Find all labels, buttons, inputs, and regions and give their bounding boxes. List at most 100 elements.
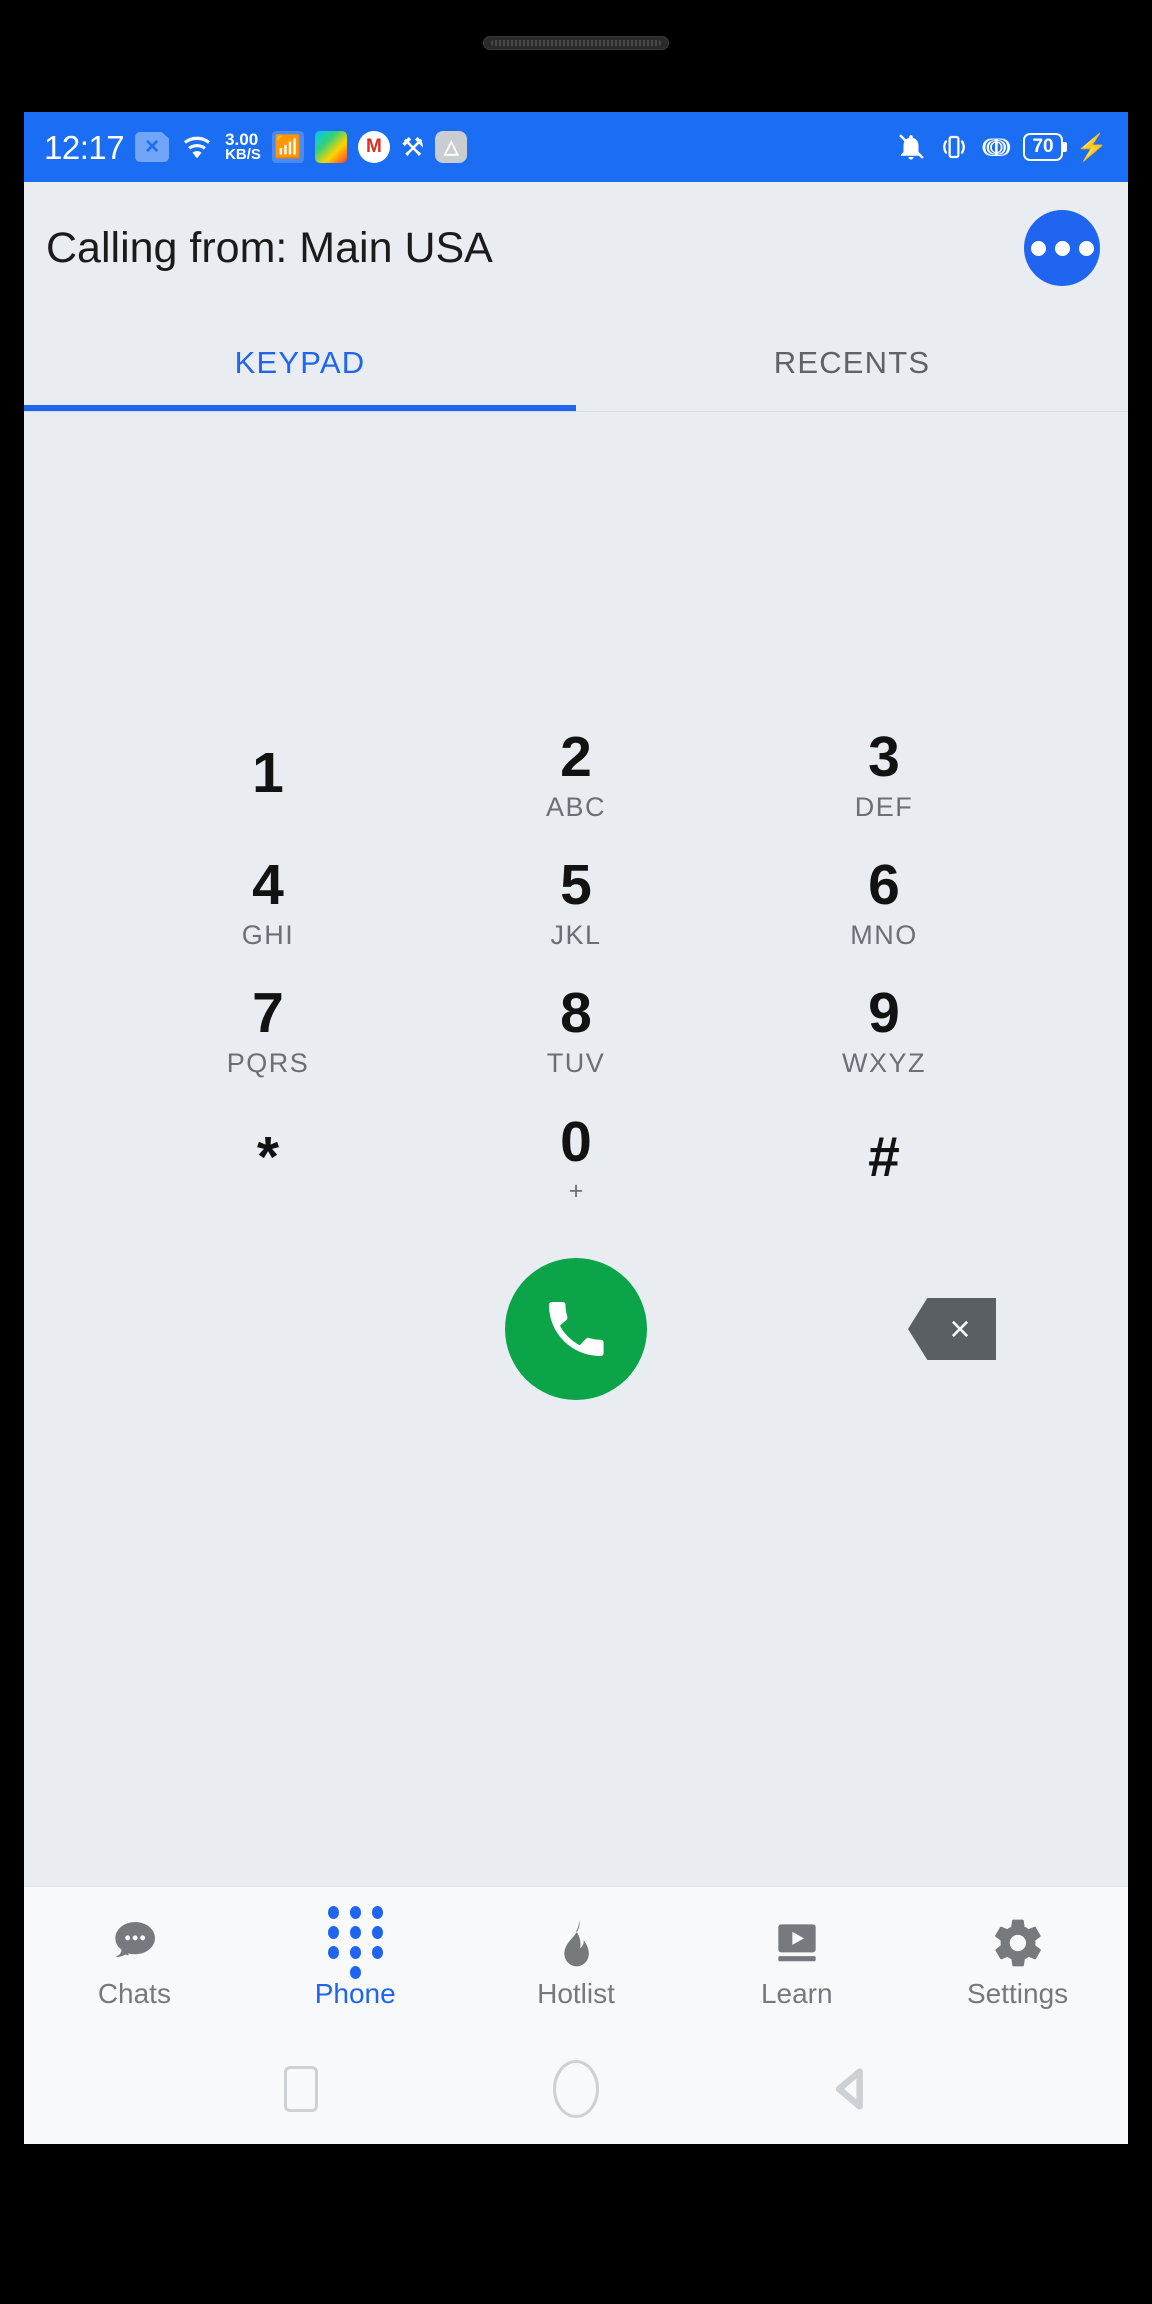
status-bar-right: ↈ 70 ⚡ — [896, 132, 1108, 162]
battery-level: 70 — [1032, 135, 1054, 157]
dialpad-key-plus: + — [568, 1177, 584, 1205]
dialpad-row: 4 GHI 5 JKL 6 MNO — [114, 840, 1038, 968]
circle-icon — [552, 2060, 599, 2118]
phone-device: 12:17 3.00 KB/S 📶 M — [0, 0, 1152, 2304]
dialpad-key-digit: 3 — [868, 725, 900, 789]
dialpad-key-6[interactable]: 6 MNO — [730, 840, 1038, 968]
dialpad-key-0[interactable]: 0 + — [422, 1096, 730, 1224]
tab-bar: KEYPAD RECENTS — [24, 314, 1128, 412]
nav-item-settings[interactable]: Settings — [907, 1914, 1128, 2008]
dot-icon — [1030, 240, 1046, 256]
dialpad-key-hash[interactable]: # — [730, 1096, 1038, 1224]
network-speed-unit: KB/S — [225, 145, 261, 163]
bell-muted-icon — [896, 132, 926, 162]
vibrate-icon — [939, 132, 969, 162]
dialpad-row: 1 2 ABC 3 DEF — [114, 712, 1038, 840]
app-header: Calling from: Main USA — [24, 182, 1128, 314]
dialpad-key-digit: 5 — [560, 853, 592, 917]
call-action-row: × — [24, 1224, 1128, 1434]
nav-item-hotlist[interactable]: Hotlist — [466, 1914, 687, 2008]
dialpad-key-7[interactable]: 7 PQRS — [114, 968, 422, 1096]
tab-keypad[interactable]: KEYPAD — [24, 314, 576, 411]
nav-item-phone[interactable]: Phone — [245, 1906, 466, 2009]
sim-card-x-icon — [135, 132, 170, 162]
dialpad: 1 2 ABC 3 DEF 4 GHI 5 JKL 6 MNO 7 PQRS 8… — [24, 712, 1128, 1224]
nav-item-label: Settings — [967, 1977, 1069, 2009]
speaker-grill — [483, 36, 669, 50]
dialpad-key-digit: 8 — [560, 981, 592, 1045]
wifi-icon — [180, 132, 214, 162]
nav-item-label: Learn — [760, 1977, 833, 2009]
dialpad-key-2[interactable]: 2 ABC — [422, 712, 730, 840]
dialpad-key-letters: MNO — [850, 920, 918, 950]
nav-item-learn[interactable]: Learn — [686, 1914, 907, 2008]
android-recents-button[interactable] — [256, 2054, 346, 2124]
dialpad-key-letters: DEF — [854, 792, 914, 822]
dialpad-key-digit: 1 — [252, 740, 284, 805]
dialpad-key-letters: JKL — [550, 920, 602, 950]
dialpad-key-letters: TUV — [546, 1048, 606, 1078]
dialpad-icon — [327, 1906, 383, 1979]
dialpad-key-9[interactable]: 9 WXYZ — [730, 968, 1038, 1096]
bluetooth-icon: ↈ — [982, 132, 1011, 162]
dialpad-row: 7 PQRS 8 TUV 9 WXYZ — [114, 968, 1038, 1096]
bluetooth-data-icon: 📶 — [271, 131, 304, 163]
gmail-letter: M — [366, 136, 382, 157]
nav-item-label: Phone — [314, 1977, 396, 2009]
dialpad-key-1[interactable]: 1 — [114, 712, 422, 840]
dot-icon — [1054, 240, 1070, 256]
android-home-button[interactable] — [531, 2054, 621, 2124]
triangle-left-icon — [835, 2068, 863, 2110]
status-bar-left: 12:17 3.00 KB/S 📶 M — [44, 128, 468, 166]
dialpad-key-digit: # — [868, 1124, 900, 1189]
android-navigation-bar — [24, 2034, 1128, 2144]
dialpad-key-digit: 4 — [252, 853, 284, 917]
dialpad-key-digit: 7 — [252, 981, 284, 1045]
dialpad-key-letters: PQRS — [226, 1048, 310, 1078]
flame-icon — [548, 1914, 604, 1972]
dot-icon — [1078, 240, 1094, 256]
dialpad-key-digit: 2 — [560, 725, 592, 789]
dialpad-row: * 0 + # — [114, 1096, 1038, 1224]
tab-recents[interactable]: RECENTS — [576, 314, 1128, 411]
play-store-icon — [314, 131, 347, 163]
phone-screen: 12:17 3.00 KB/S 📶 M — [24, 112, 1128, 2144]
dialed-number-display[interactable] — [24, 412, 1128, 712]
dialpad-key-8[interactable]: 8 TUV — [422, 968, 730, 1096]
charging-bolt-icon: ⚡ — [1075, 132, 1108, 162]
gmail-icon: M — [357, 131, 390, 163]
page-title: Calling from: Main USA — [46, 223, 493, 272]
tab-active-indicator — [24, 405, 576, 411]
app-notification-icon: △ — [435, 131, 468, 163]
overflow-menu-button[interactable] — [1024, 210, 1100, 286]
nav-item-label: Chats — [97, 1977, 171, 2009]
status-bar: 12:17 3.00 KB/S 📶 M — [24, 112, 1128, 182]
phone-icon — [549, 1302, 604, 1356]
nav-item-label: Hotlist — [537, 1977, 615, 2009]
dialpad-key-5[interactable]: 5 JKL — [422, 840, 730, 968]
dialpad-key-star[interactable]: * — [114, 1096, 422, 1224]
dialpad-key-4[interactable]: 4 GHI — [114, 840, 422, 968]
nav-item-chats[interactable]: Chats — [24, 1914, 245, 2008]
usb-icon: ⚒ — [400, 132, 425, 162]
battery-indicator: 70 — [1023, 132, 1063, 162]
gear-icon — [990, 1914, 1046, 1972]
dialpad-key-letters: GHI — [241, 920, 295, 950]
android-back-button[interactable] — [806, 2054, 896, 2124]
dialpad-key-digit: 6 — [868, 853, 900, 917]
bottom-navigation: Chats Phone Hotlist Learn Settings — [24, 1886, 1128, 2034]
network-speed-indicator: 3.00 KB/S — [225, 131, 261, 163]
tab-keypad-label: KEYPAD — [234, 344, 366, 380]
call-button[interactable] — [505, 1258, 647, 1400]
close-icon: × — [949, 1308, 971, 1349]
dialpad-key-3[interactable]: 3 DEF — [730, 712, 1038, 840]
video-icon — [769, 1914, 825, 1972]
dialpad-key-digit: 9 — [868, 981, 900, 1045]
status-clock: 12:17 — [44, 128, 125, 166]
dialpad-key-letters: ABC — [545, 792, 607, 822]
square-icon — [284, 2066, 319, 2112]
chats-icon — [106, 1914, 162, 1972]
dialpad-key-digit: * — [256, 1124, 280, 1189]
backspace-button[interactable]: × — [908, 1298, 996, 1360]
dialpad-key-letters: WXYZ — [842, 1048, 926, 1078]
